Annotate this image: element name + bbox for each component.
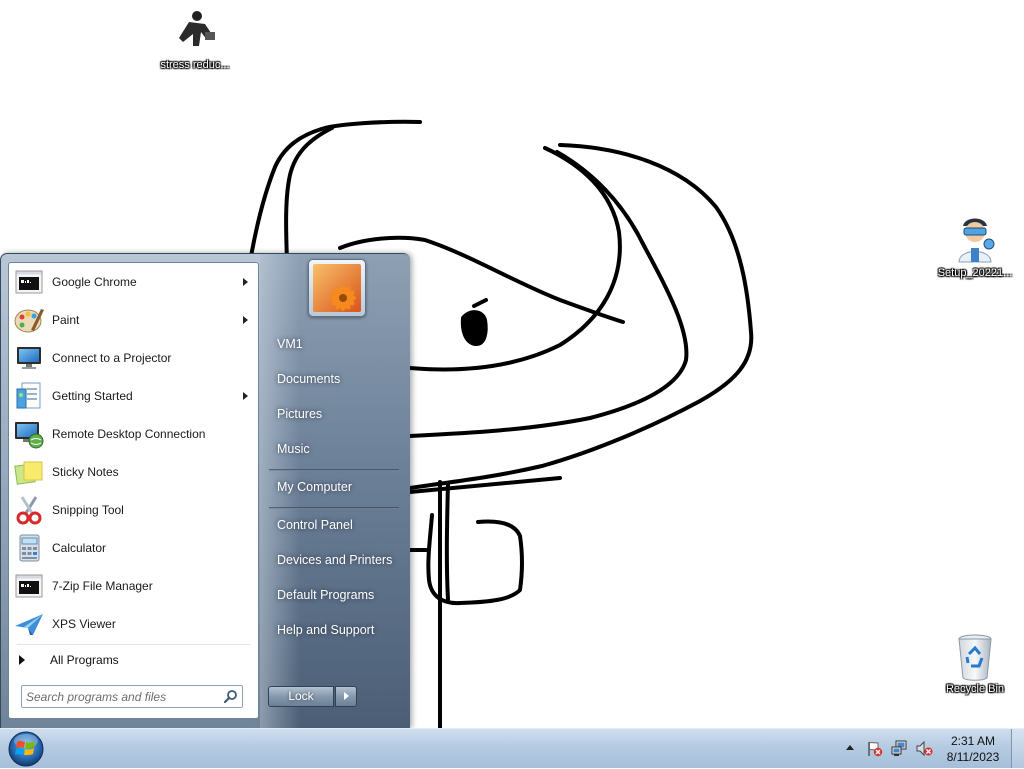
volume-muted-icon[interactable] — [916, 740, 933, 757]
start-menu: Google Chrome Paint Connect to a Project… — [0, 253, 410, 728]
place-user-folder[interactable]: VM1 — [269, 330, 401, 358]
desktop-icon-stress[interactable]: stress reduc... — [155, 6, 235, 72]
program-label: Sticky Notes — [52, 465, 119, 479]
drawing-stroke — [472, 298, 488, 308]
network-icon[interactable] — [891, 740, 908, 757]
place-my-computer[interactable]: My Computer — [269, 473, 401, 501]
shutdown-options-button[interactable] — [335, 686, 357, 707]
program-sticky-notes[interactable]: Sticky Notes — [11, 454, 256, 490]
user-account-picture[interactable] — [308, 259, 366, 317]
search-input[interactable] — [26, 688, 216, 705]
place-control-panel[interactable]: Control Panel — [269, 511, 401, 539]
drawing-stroke — [444, 481, 450, 602]
recycle-bin-icon — [958, 634, 992, 681]
desktop-icon-setup[interactable]: Setup_20221... — [935, 214, 1015, 280]
clock-date: 8/11/2023 — [946, 750, 1000, 764]
sticky-notes-icon — [13, 456, 45, 488]
program-calculator[interactable]: Calculator — [11, 530, 256, 566]
programs-separator — [17, 644, 250, 645]
show-desktop-button[interactable] — [1011, 729, 1024, 768]
program-label: Paint — [52, 313, 80, 327]
flower-picture-icon — [313, 264, 361, 312]
remote-desktop-icon — [13, 418, 45, 450]
program-7zip-file-manager[interactable]: 7-Zip File Manager — [11, 568, 256, 604]
program-xps-viewer[interactable]: XPS Viewer — [11, 606, 256, 642]
program-label: Getting Started — [52, 389, 133, 403]
all-programs-button[interactable]: All Programs — [11, 647, 256, 673]
program-paint[interactable]: Paint — [11, 302, 256, 338]
clock-time: 2:31 AM — [950, 734, 996, 748]
search-box[interactable] — [21, 685, 243, 708]
show-hidden-icons-button[interactable] — [846, 745, 854, 750]
calculator-icon — [13, 532, 45, 564]
lock-button[interactable]: Lock — [268, 686, 334, 707]
paint-palette-icon — [13, 304, 45, 336]
getting-started-icon — [13, 380, 45, 412]
drawing-stroke — [408, 143, 754, 490]
place-help-and-support[interactable]: Help and Support — [269, 616, 401, 644]
drawing-blob — [460, 310, 488, 346]
setup-person-icon — [958, 218, 995, 263]
console-icon — [13, 570, 45, 602]
drawing-stroke — [408, 146, 622, 372]
place-documents[interactable]: Documents — [269, 365, 401, 393]
drawing-stroke — [426, 513, 524, 606]
place-music[interactable]: Music — [269, 435, 401, 463]
submenu-arrow-icon[interactable] — [243, 316, 248, 324]
start-button[interactable] — [6, 729, 46, 769]
places-separator — [269, 469, 399, 471]
all-programs-label: All Programs — [50, 653, 119, 667]
program-label: Connect to a Projector — [52, 351, 172, 365]
program-google-chrome[interactable]: Google Chrome — [11, 264, 256, 300]
program-label: Calculator — [52, 541, 107, 555]
action-center-flag-icon[interactable] — [866, 740, 883, 757]
projector-monitor-icon — [13, 342, 45, 374]
all-programs-arrow-icon — [19, 655, 25, 665]
person-figure-icon — [179, 11, 215, 46]
desktop-icon-label: stress reduc... — [160, 59, 230, 71]
program-snipping-tool[interactable]: Snipping Tool — [11, 492, 256, 528]
program-label: Google Chrome — [52, 275, 137, 289]
program-remote-desktop-connection[interactable]: Remote Desktop Connection — [11, 416, 256, 452]
chevron-right-icon — [344, 692, 349, 700]
scissors-icon — [13, 494, 45, 526]
places-separator — [269, 507, 399, 509]
program-connect-to-projector[interactable]: Connect to a Projector — [11, 340, 256, 376]
desktop-icon-label: Setup_20221... — [937, 267, 1013, 279]
program-label: Snipping Tool — [52, 503, 124, 517]
start-menu-programs-pane: Google Chrome Paint Connect to a Project… — [8, 262, 259, 719]
place-pictures[interactable]: Pictures — [269, 400, 401, 428]
submenu-arrow-icon[interactable] — [243, 278, 248, 286]
paper-plane-icon — [13, 608, 45, 640]
program-getting-started[interactable]: Getting Started — [11, 378, 256, 414]
place-default-programs[interactable]: Default Programs — [269, 581, 401, 609]
search-icon[interactable] — [223, 689, 238, 704]
taskbar: 2:31 AM 8/11/2023 — [0, 728, 1024, 768]
clock[interactable]: 2:31 AM 8/11/2023 — [940, 733, 1006, 765]
console-icon — [13, 266, 45, 298]
place-devices-and-printers[interactable]: Devices and Printers — [269, 546, 401, 574]
program-label: Remote Desktop Connection — [52, 427, 206, 441]
drawing-stroke — [248, 119, 422, 264]
desktop-icon-recycle-bin[interactable]: Recycle Bin — [935, 630, 1015, 696]
program-label: 7-Zip File Manager — [52, 579, 153, 593]
submenu-arrow-icon[interactable] — [243, 392, 248, 400]
program-label: XPS Viewer — [52, 617, 116, 631]
desktop-icon-label: Recycle Bin — [945, 683, 1005, 695]
drawing-stroke — [284, 126, 334, 264]
